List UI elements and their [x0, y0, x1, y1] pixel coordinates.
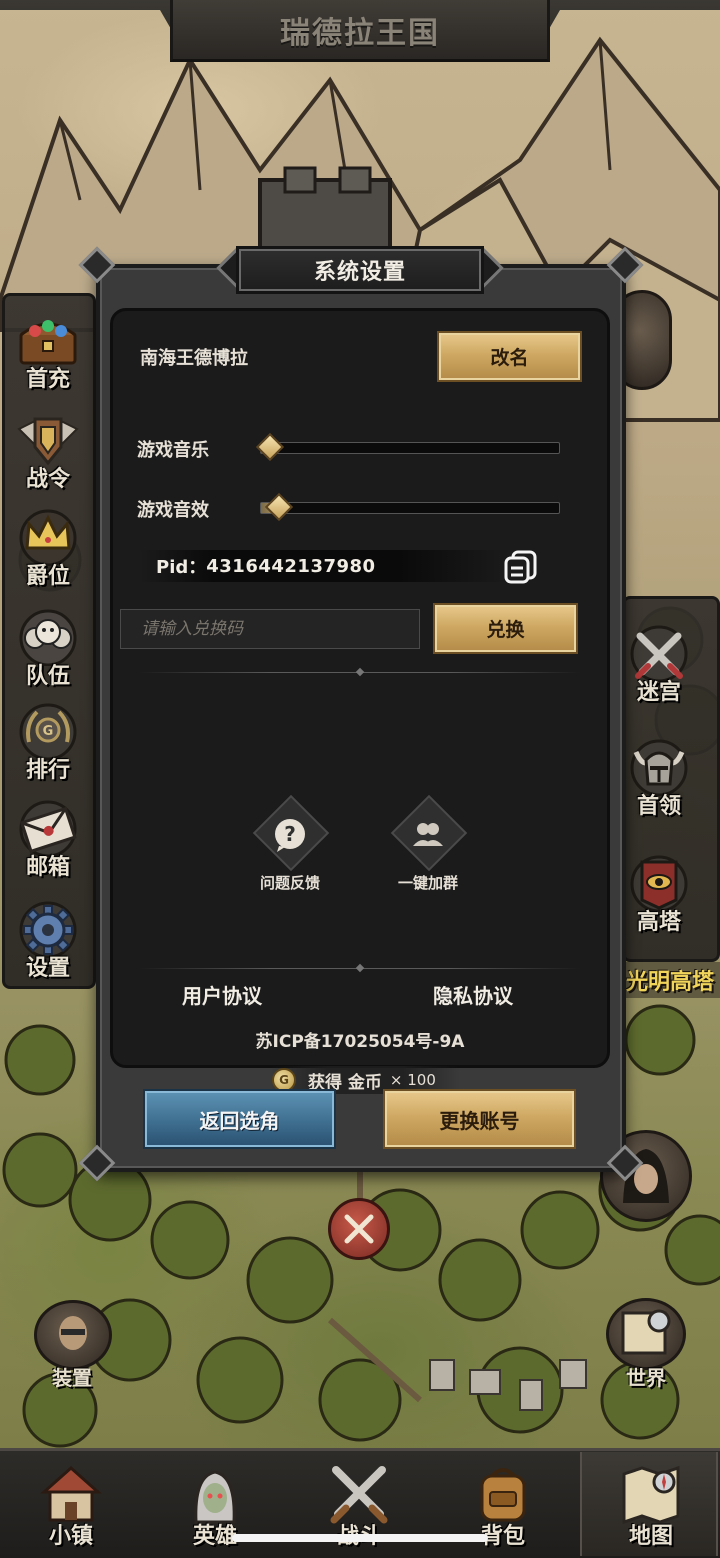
sfx-label: 游戏音效 [137, 500, 209, 521]
pid-value: 4316442137980 [206, 555, 376, 577]
switch-account-label: 更换账号 [439, 1108, 520, 1133]
feedback-button[interactable]: ? 问题反馈 [235, 794, 345, 906]
pid-row: Pid： 4316442137980 [140, 550, 510, 582]
menu-item-rank-title[interactable]: 爵位 [3, 500, 93, 596]
back-to-character-select-button[interactable]: 返回选角 [143, 1089, 336, 1149]
menu-item-team[interactable]: 队伍 [3, 600, 93, 696]
svg-text:G: G [43, 724, 54, 739]
menu-item-first-recharge[interactable]: 首充 [3, 303, 93, 399]
menu-label: 设置 [25, 956, 70, 981]
redeem-button[interactable]: 兑换 [433, 603, 578, 654]
crossed-swords-icon [324, 1462, 394, 1526]
redeem-code-input[interactable] [120, 609, 420, 649]
question-bubble-icon: ? [269, 814, 311, 856]
menu-item-settings[interactable]: 设置 [3, 892, 93, 988]
menu-label: 邮箱 [25, 855, 70, 880]
town-house-icon [36, 1462, 106, 1526]
pid-label: Pid： [156, 557, 207, 578]
music-slider[interactable] [255, 432, 560, 462]
menu-item-battle-pass[interactable]: 战令 [3, 403, 93, 499]
menu-label: 高塔 [636, 910, 681, 935]
menu-label: 排行 [25, 758, 70, 783]
join-group-button[interactable]: 一键加群 [373, 794, 483, 906]
menu-label: 首领 [636, 794, 681, 819]
settings-panel [110, 308, 610, 1068]
menu-label: 战令 [25, 467, 70, 492]
menu-item-boss[interactable]: 首领 [614, 730, 704, 826]
svg-text:?: ? [284, 822, 296, 846]
copy-icon[interactable] [503, 550, 537, 584]
sfx-slider[interactable] [260, 492, 560, 522]
redeem-button-label: 兑换 [486, 619, 525, 641]
battle-marker-icon[interactable] [328, 1198, 390, 1260]
dialog-title: 系统设置 [313, 260, 406, 285]
world-label[interactable]: 世界 [626, 1362, 666, 1391]
privacy-agreement-link[interactable]: 隐私协议 [433, 980, 513, 1009]
user-agreement-link[interactable]: 用户协议 [182, 980, 262, 1009]
kingdom-title: 瑞德拉王国 [280, 15, 440, 51]
nav-label: 地图 [628, 1524, 673, 1549]
reward-quantity: × 100 [389, 1071, 436, 1089]
title-banner: 瑞德拉王国 [170, 0, 550, 62]
group-people-icon [407, 814, 449, 856]
equipment-label[interactable]: 装置 [52, 1362, 92, 1391]
join-group-label: 一键加群 [397, 874, 458, 892]
rename-button-label: 改名 [490, 347, 529, 369]
menu-item-ranking[interactable]: G 排行 [3, 694, 93, 790]
menu-item-maze[interactable]: 迷宫 [614, 616, 704, 712]
equipment-portrait-icon[interactable] [34, 1300, 112, 1370]
music-label: 游戏音乐 [137, 440, 209, 461]
nav-item-map[interactable]: 地图 [580, 1452, 718, 1556]
menu-label: 爵位 [25, 564, 70, 589]
back-button-label: 返回选角 [199, 1108, 280, 1133]
backpack-icon [468, 1462, 538, 1526]
map-scroll-icon [616, 1462, 686, 1526]
menu-label: 迷宫 [636, 680, 681, 705]
world-map-button-icon[interactable] [606, 1298, 686, 1370]
menu-item-mailbox[interactable]: 邮箱 [3, 791, 93, 887]
menu-label: 首充 [25, 367, 70, 392]
player-name: 南海王德博拉 [140, 348, 248, 369]
icp-license-text: 苏ICP备17025054号-9A [255, 1032, 465, 1052]
menu-label: 队伍 [25, 664, 70, 689]
elf-hero-icon [180, 1462, 250, 1526]
nav-label: 小镇 [48, 1524, 93, 1549]
nav-item-town[interactable]: 小镇 [2, 1452, 140, 1556]
rename-button[interactable]: 改名 [437, 331, 582, 382]
light-tower-label[interactable]: 光明高塔 [620, 962, 720, 998]
home-indicator[interactable] [232, 1534, 488, 1542]
menu-item-tower[interactable]: 高塔 [614, 846, 704, 942]
feedback-label: 问题反馈 [259, 874, 320, 892]
switch-account-button[interactable]: 更换账号 [383, 1089, 576, 1149]
dialog-title-plate: 系统设置 [236, 246, 484, 294]
